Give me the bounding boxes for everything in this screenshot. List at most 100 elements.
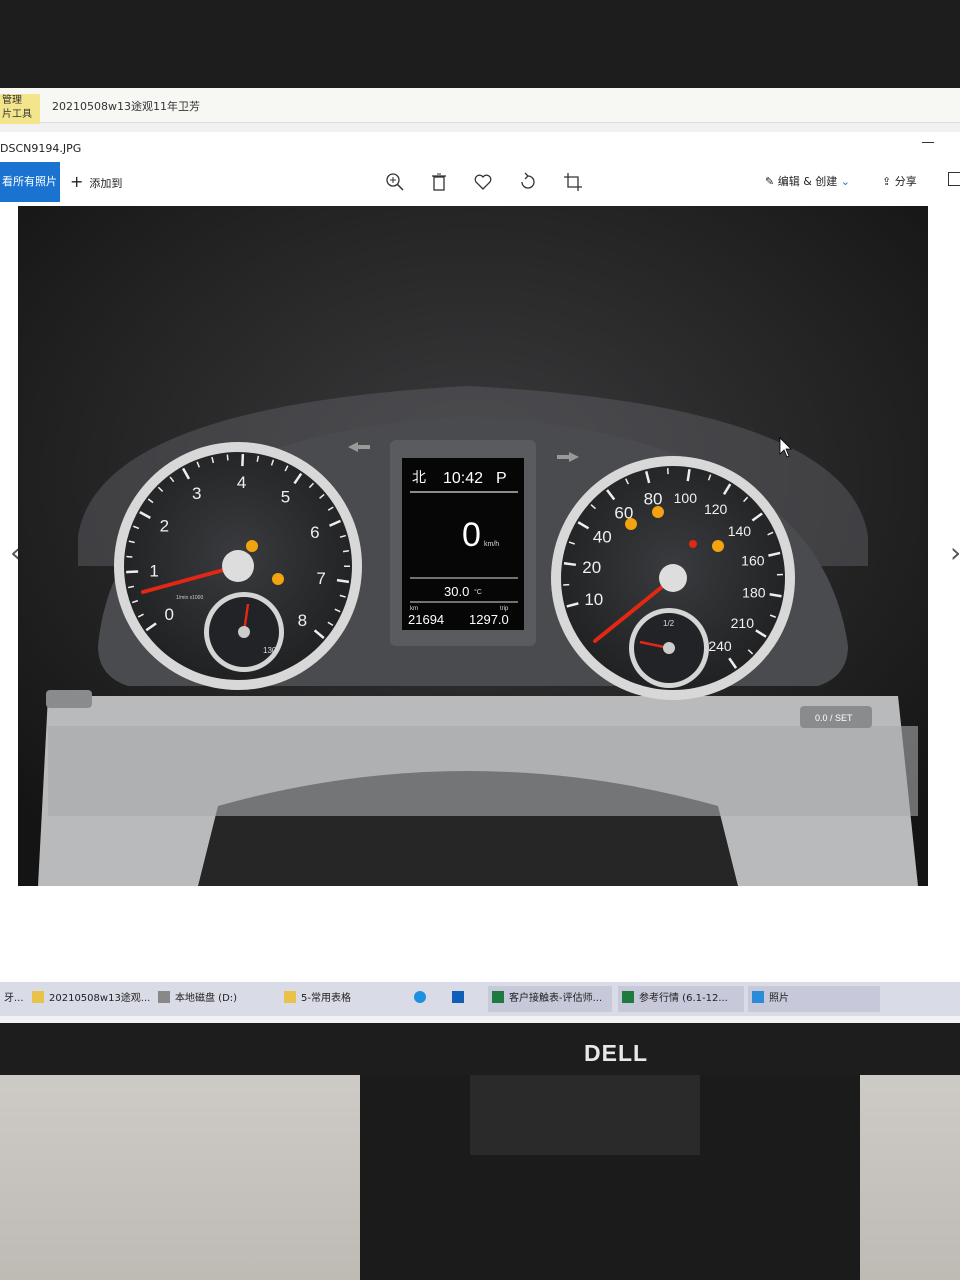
tach-tick <box>342 550 350 553</box>
add-to-label: 添加到 <box>89 177 123 190</box>
chevron-down-icon: ⌄ <box>837 175 851 188</box>
compass-heading: 北 <box>412 469 426 485</box>
taskbar-item-excel-2[interactable]: 参考行情 (6.1-12... <box>618 986 744 1012</box>
speedo-label-120: 120 <box>704 501 728 517</box>
taskbar-item-outlook[interactable] <box>448 986 480 1012</box>
crop-icon[interactable] <box>562 171 584 193</box>
tachometer-hub <box>222 550 254 582</box>
plus-icon: + <box>70 172 84 191</box>
displayed-photo: 0 1 2 3 4 5 6 7 8 1/min x1000 130 北 10:42 P 0 km… <box>18 206 928 886</box>
taskbar-item-folder[interactable]: 20210508w13途观... <box>28 986 152 1012</box>
trip-reset-button <box>46 690 92 708</box>
tach-tick <box>226 454 229 461</box>
tach-tick <box>336 578 350 584</box>
edit-icon: ✎ <box>765 175 778 188</box>
title-bar: DSCN9194.JPG <box>0 132 960 160</box>
esp-warning-icon <box>272 573 284 585</box>
speedo-label-40: 40 <box>593 527 612 546</box>
ribbon-tab-area: 管理 片工具 <box>0 94 40 124</box>
minimize-button[interactable] <box>922 142 934 143</box>
speedo-tick <box>686 469 691 482</box>
tach-label-8: 8 <box>298 611 307 630</box>
taskbar-item-photos[interactable]: 照片 <box>748 986 880 1012</box>
ribbon-tab-picture-tools[interactable]: 片工具 <box>0 108 40 122</box>
speedo-label-80: 80 <box>644 489 663 508</box>
next-image-arrow-icon[interactable]: › <box>950 536 960 569</box>
engine-warning-icon <box>712 540 724 552</box>
folder-icon <box>32 991 44 1003</box>
edit-create-label: 编辑 & 创建 <box>777 175 838 188</box>
odometer-value: 21694 <box>408 612 444 627</box>
fuel-half-label: 1/2 <box>663 619 675 628</box>
excel-icon <box>622 991 634 1003</box>
speedo-label-20: 20 <box>582 558 601 577</box>
parking-brake-warning-icon <box>246 540 258 552</box>
image-viewer: ‹ › <box>0 206 960 906</box>
speedo-label-10: 10 <box>584 590 603 609</box>
speedo-label-180: 180 <box>742 585 766 601</box>
taskbar-item-drive[interactable]: 本地磁盘 (D:) <box>154 986 276 1012</box>
tach-label-3: 3 <box>192 484 201 503</box>
windows-taskbar: 牙... 20210508w13途观... 本地磁盘 (D:) 5-常用表格 客… <box>0 982 960 1016</box>
folder-icon <box>284 991 296 1003</box>
speedo-tick <box>563 561 577 567</box>
temperature-unit: °C <box>474 588 482 596</box>
seatbelt-warning-icon <box>652 506 664 518</box>
photos-icon <box>752 991 764 1003</box>
speedo-label-100: 100 <box>674 490 698 506</box>
more-options-icon[interactable] <box>948 172 960 186</box>
tach-tick <box>126 555 133 558</box>
monitor: 管理 片工具 20210508w13途观11年卫芳 DSCN9194.JPG 看… <box>0 0 960 1075</box>
excel-icon <box>492 991 504 1003</box>
set-button-label: 0.0 / SET <box>815 713 853 723</box>
see-all-photos-button[interactable]: 看所有照片 <box>0 162 60 202</box>
zoom-icon[interactable] <box>384 171 406 193</box>
tach-label-2: 2 <box>160 517 169 536</box>
background-window-strip: 管理 片工具 20210508w13途观11年卫芳 <box>0 88 960 124</box>
favorite-icon[interactable] <box>472 171 494 193</box>
tach-tick <box>241 454 245 467</box>
taskbar-item-forms[interactable]: 5-常用表格 <box>280 986 402 1012</box>
coolant-label-130: 130 <box>263 646 277 655</box>
taskbar-item-excel-1[interactable]: 客户接触表-评估师... <box>488 986 612 1012</box>
speedo-label-140: 140 <box>728 523 752 539</box>
tpms-warning-icon <box>625 518 637 530</box>
digital-speed-unit: km/h <box>484 541 499 548</box>
screen: 管理 片工具 20210508w13途观11年卫芳 DSCN9194.JPG 看… <box>0 88 960 1023</box>
add-to-button[interactable]: + 添加到 <box>70 162 122 204</box>
speedo-label-160: 160 <box>741 552 765 568</box>
ie-icon <box>414 991 426 1003</box>
speedo-label-240: 240 <box>708 638 732 654</box>
monitor-stand-neck <box>470 1075 700 1155</box>
rotate-icon[interactable] <box>517 171 539 193</box>
trip-value: 1297.0 <box>469 612 509 627</box>
tach-label-4: 4 <box>237 473 246 492</box>
speedo-label-210: 210 <box>731 615 755 631</box>
outlook-icon <box>452 991 464 1003</box>
clock-time: 10:42 <box>443 470 483 487</box>
gear-indicator: P <box>496 470 507 487</box>
tach-label-0: 0 <box>164 605 173 624</box>
tach-unit-label: 1/min x1000 <box>176 595 203 601</box>
taskbar-item-ie[interactable] <box>410 986 442 1012</box>
ribbon-tab-manage[interactable]: 管理 <box>0 94 40 108</box>
outside-temperature: 30.0 <box>444 584 469 599</box>
tach-label-1: 1 <box>149 562 158 581</box>
delete-icon[interactable] <box>428 171 450 193</box>
digital-speed: 0 <box>462 516 481 554</box>
background-window-title: 20210508w13途观11年卫芳 <box>52 100 200 113</box>
edit-create-button[interactable]: ✎ 编辑 & 创建 ⌄ <box>765 162 850 202</box>
dell-logo: DELL <box>584 1040 649 1066</box>
share-label: 分享 <box>894 175 917 188</box>
tach-label-5: 5 <box>281 488 290 507</box>
share-button[interactable]: ⇪ 分享 <box>882 162 917 202</box>
tach-label-7: 7 <box>316 569 325 588</box>
share-icon: ⇪ <box>882 175 895 188</box>
photos-app-window: DSCN9194.JPG 看所有照片 + 添加到 ✎ 编辑 & 创建 ⌄ ⇪ 分享 <box>0 132 960 1018</box>
toolbar: 看所有照片 + 添加到 ✎ 编辑 & 创建 ⌄ ⇪ 分享 <box>0 162 960 202</box>
tach-label-6: 6 <box>310 523 319 542</box>
speedometer-hub <box>659 564 687 592</box>
brake-warning-icon <box>689 540 697 548</box>
file-name: DSCN9194.JPG <box>0 142 82 155</box>
drive-icon <box>158 991 170 1003</box>
